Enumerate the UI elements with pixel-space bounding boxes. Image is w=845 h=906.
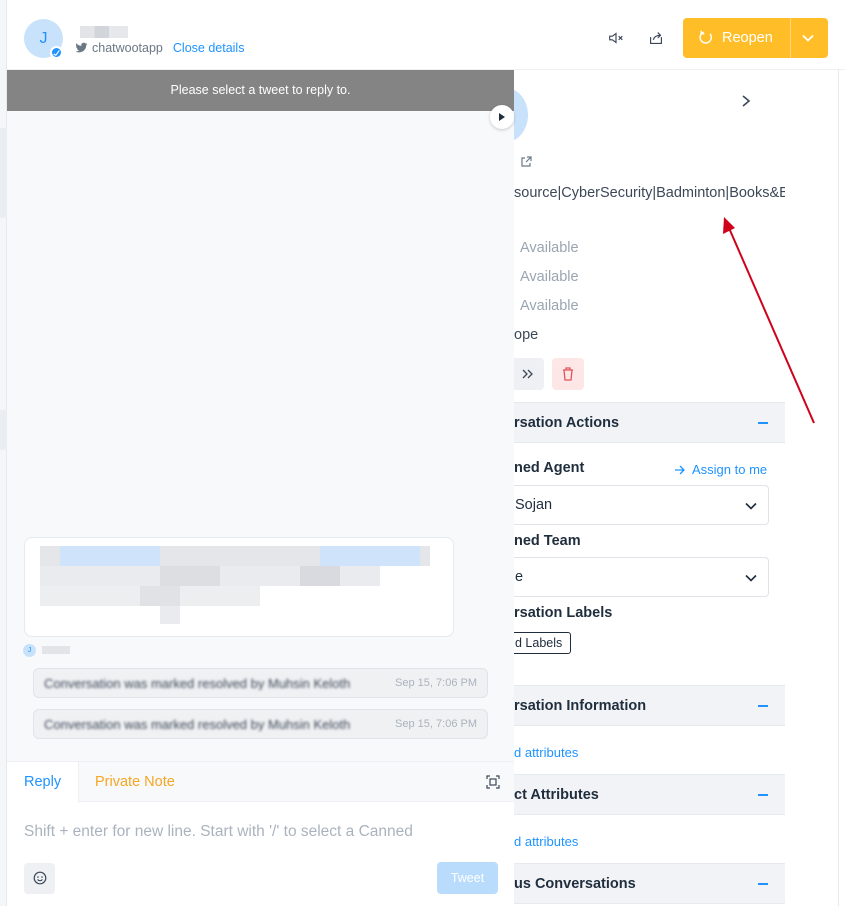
close-details-link[interactable]: Close details bbox=[173, 41, 245, 55]
redacted-pixel bbox=[160, 606, 180, 624]
chevron-down-icon[interactable] bbox=[801, 31, 815, 45]
section-title: us Conversations bbox=[514, 876, 636, 892]
add-labels-button[interactable]: d Labels bbox=[514, 632, 572, 654]
external-link-icon[interactable] bbox=[520, 156, 532, 168]
caret-right-icon bbox=[499, 113, 505, 121]
contact-name-redacted bbox=[80, 26, 128, 38]
collapse-icon[interactable] bbox=[758, 422, 768, 424]
reopen-divider bbox=[790, 18, 791, 58]
section-title: rsation Information bbox=[514, 698, 647, 714]
assigned-agent-select[interactable]: Sojan bbox=[514, 485, 769, 525]
activity-timestamp: Sep 15, 7:06 PM bbox=[395, 718, 477, 730]
assigned-team-select[interactable]: e bbox=[514, 557, 769, 597]
mute-icon[interactable] bbox=[607, 29, 625, 47]
activity-text: Conversation was marked resolved by Muhs… bbox=[44, 717, 351, 731]
reply-box: Reply Private Note Shift + enter for new… bbox=[7, 761, 514, 906]
merge-contact-button[interactable] bbox=[514, 358, 544, 390]
expand-icon[interactable] bbox=[486, 775, 500, 789]
activity-text: Conversation was marked resolved by Muhs… bbox=[44, 676, 351, 690]
reopen-icon bbox=[699, 30, 713, 44]
section-conversation-information[interactable]: rsation Information bbox=[514, 685, 785, 726]
chevron-right-icon[interactable] bbox=[740, 94, 752, 108]
sender-avatar: J bbox=[23, 644, 36, 657]
redacted-pixel bbox=[140, 586, 180, 606]
conversation-labels-label: rsation Labels bbox=[514, 605, 613, 621]
assigned-agent-value: Sojan bbox=[515, 497, 553, 513]
collapse-icon[interactable] bbox=[758, 794, 768, 796]
trash-icon bbox=[563, 367, 573, 381]
activity-message: Conversation was marked resolved by Muhs… bbox=[33, 709, 488, 739]
assigned-team-label: ned Team bbox=[514, 533, 581, 549]
conversation-header: J chatwootapp Close details Reopen bbox=[7, 0, 845, 70]
reply-tabs: Reply Private Note bbox=[7, 762, 514, 803]
contact-phone-value: Available bbox=[520, 269, 579, 285]
section-conversation-actions[interactable]: rsation Actions bbox=[514, 402, 785, 443]
section-title: rsation Actions bbox=[514, 415, 620, 431]
panel-border bbox=[838, 70, 839, 906]
add-contact-attributes-link[interactable]: d attributes bbox=[514, 834, 578, 849]
share-icon[interactable] bbox=[647, 29, 665, 47]
merge-icon bbox=[522, 369, 533, 379]
emoji-button[interactable] bbox=[24, 863, 55, 894]
contact-email-value: Available bbox=[520, 240, 579, 256]
tweet-reply-panel: Please select a tweet to reply to. J Con… bbox=[7, 70, 514, 906]
contact-location-value: ope bbox=[514, 327, 539, 343]
select-tweet-notice: Please select a tweet to reply to. bbox=[7, 70, 514, 111]
redacted-pixel bbox=[300, 566, 340, 586]
chevron-down-icon bbox=[745, 574, 757, 582]
arrow-right-icon bbox=[675, 465, 685, 474]
gutter-segment bbox=[0, 410, 7, 450]
section-contact-attributes[interactable]: ct Attributes bbox=[514, 774, 785, 815]
collapse-icon[interactable] bbox=[758, 883, 768, 885]
delete-contact-button[interactable] bbox=[552, 358, 584, 390]
collapse-icon[interactable] bbox=[758, 705, 768, 707]
section-title: ct Attributes bbox=[514, 787, 599, 803]
tweet-button[interactable]: Tweet bbox=[437, 862, 498, 894]
sender-name-redacted bbox=[42, 646, 70, 654]
contact-panel-avatar bbox=[514, 88, 528, 142]
redacted-pixel bbox=[160, 566, 220, 586]
toggle-sidebar-button[interactable] bbox=[490, 105, 514, 129]
assign-to-me-label: Assign to me bbox=[692, 462, 768, 477]
right-panel-edge bbox=[785, 70, 845, 906]
chevron-down-icon bbox=[745, 502, 757, 510]
reply-input[interactable]: Shift + enter for new line. Start with '… bbox=[24, 823, 413, 841]
tweet-message-bubble[interactable] bbox=[24, 537, 454, 637]
redacted-pixel bbox=[60, 546, 160, 566]
activity-message: Conversation was marked resolved by Muhs… bbox=[33, 668, 488, 698]
contact-subline: chatwootapp Close details bbox=[75, 41, 244, 55]
contact-bio: source|CyberSecurity|Badminton|Books&Ban… bbox=[514, 185, 785, 201]
reopen-label: Reopen bbox=[722, 30, 773, 46]
twitter-badge-icon bbox=[50, 46, 63, 59]
twitter-icon bbox=[75, 42, 88, 53]
add-attributes-link[interactable]: d attributes bbox=[514, 745, 578, 760]
contact-company-value: Available bbox=[520, 298, 579, 314]
assigned-agent-label: ned Agent bbox=[514, 460, 585, 476]
activity-timestamp: Sep 15, 7:06 PM bbox=[395, 677, 477, 689]
contact-handle: chatwootapp bbox=[92, 41, 163, 55]
assigned-team-value: e bbox=[515, 569, 524, 585]
contact-panel: source|CyberSecurity|Badminton|Books&Ban… bbox=[514, 70, 785, 906]
redacted-pixel bbox=[320, 546, 420, 566]
section-previous-conversations[interactable]: us Conversations bbox=[514, 863, 785, 904]
assign-to-me-link[interactable]: Assign to me bbox=[674, 462, 767, 477]
app-left-gutter bbox=[0, 0, 7, 906]
tab-private-note[interactable]: Private Note bbox=[78, 762, 192, 802]
reopen-button[interactable]: Reopen bbox=[683, 18, 828, 58]
emoji-icon bbox=[33, 871, 46, 885]
tab-reply[interactable]: Reply bbox=[7, 762, 80, 803]
gutter-segment bbox=[0, 128, 7, 218]
